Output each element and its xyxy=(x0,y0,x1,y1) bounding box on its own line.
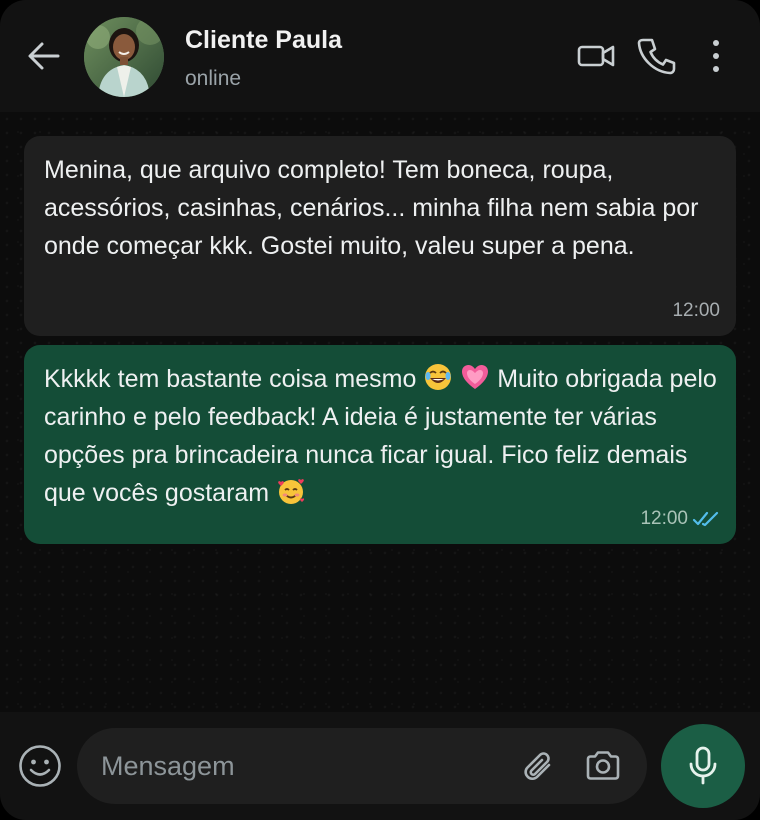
emoji-icon[interactable] xyxy=(17,743,63,789)
sparkling-heart-icon xyxy=(462,365,489,389)
microphone-button[interactable] xyxy=(661,724,745,808)
message-time: 12:00 xyxy=(672,300,720,321)
video-call-icon[interactable] xyxy=(576,36,616,76)
chat-header: Cliente Paula online xyxy=(0,0,760,112)
message-text: Kkkkk tem bastante coisa mesmo 😂 💗 Muito… xyxy=(44,360,724,512)
composer-bar xyxy=(0,712,760,820)
more-vertical-icon[interactable] xyxy=(706,36,726,76)
phone-icon[interactable] xyxy=(636,36,676,76)
microphone-icon xyxy=(689,746,717,785)
back-arrow-icon[interactable] xyxy=(24,38,64,74)
smiling-face-with-hearts-icon xyxy=(278,479,305,504)
message-input-container xyxy=(77,728,647,804)
message-input[interactable] xyxy=(101,728,501,804)
camera-icon[interactable] xyxy=(583,746,623,786)
paperclip-icon[interactable] xyxy=(519,748,559,788)
message-text: Menina, que arquivo completo! Tem boneca… xyxy=(44,156,699,260)
message-time: 12:00 xyxy=(640,508,688,529)
incoming-message-bubble[interactable]: Menina, que arquivo completo! Tem boneca… xyxy=(24,136,736,336)
avatar[interactable] xyxy=(84,17,164,97)
double-check-icon xyxy=(692,511,719,527)
contact-name[interactable]: Cliente Paula xyxy=(185,26,342,55)
message-text-part: Kkkkk tem bastante coisa mesmo xyxy=(44,365,424,393)
laughing-emoji-icon xyxy=(425,364,452,390)
outgoing-message-bubble[interactable]: Kkkkk tem bastante coisa mesmo 😂 💗 Muito… xyxy=(24,345,736,544)
chat-screen: Cliente Paula online Menina, que arquivo… xyxy=(0,0,760,820)
contact-status: online xyxy=(185,67,242,90)
